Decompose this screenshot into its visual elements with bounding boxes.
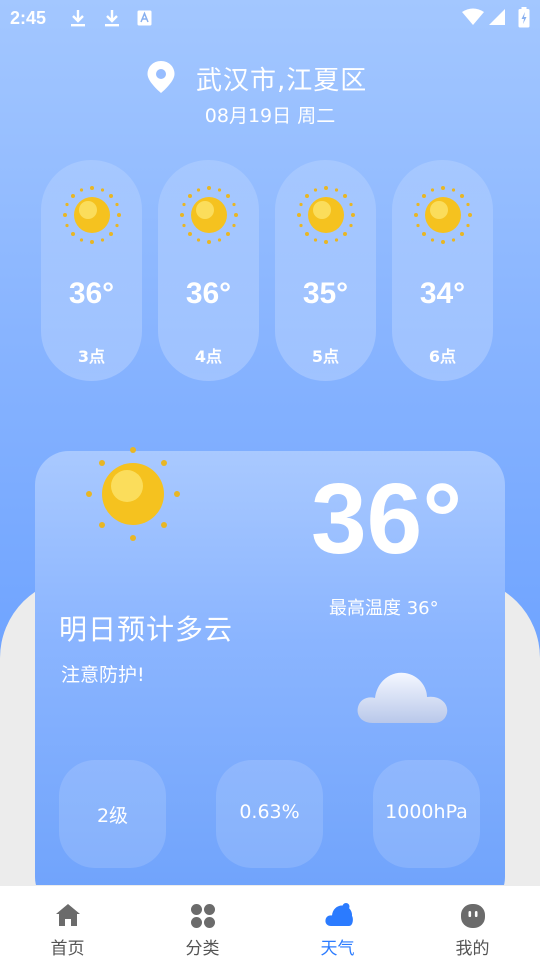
signal-icon <box>489 9 505 25</box>
hourly-card[interactable]: 36° 3点 <box>41 160 142 381</box>
city-name[interactable]: 武汉市,江夏区 <box>196 60 367 97</box>
forecast-text: 明日预计多云 <box>59 613 234 646</box>
bottom-nav: 首页 分类 天气 我的 <box>0 885 540 960</box>
hourly-time: 3点 <box>77 347 106 366</box>
stat-pressure: 1000hPa 气压 <box>373 760 480 903</box>
date-label: 08月19日 周二 <box>204 105 336 127</box>
hourly-temp: 34° <box>419 277 466 310</box>
nav-label: 分类 <box>185 939 220 959</box>
nav-label: 天气 <box>320 939 355 959</box>
cloud-icon <box>357 672 448 723</box>
sun-icon <box>63 186 121 244</box>
hourly-time: 5点 <box>311 347 340 366</box>
home-icon <box>56 904 80 926</box>
status-time: 2:45 <box>10 8 47 28</box>
status-bar: 2:45 <box>0 0 540 36</box>
nav-label: 我的 <box>455 939 490 959</box>
wifi-icon <box>462 8 484 25</box>
sun-icon <box>414 186 472 244</box>
max-temp: 最高温度 36° <box>329 598 439 619</box>
nav-home[interactable]: 首页 <box>0 886 135 960</box>
sun-icon <box>180 186 238 244</box>
current-weather-card: 36° 最高温度 36° 明日预计多云 注意防护! 2级 风速 0.63% 湿度… <box>35 447 505 911</box>
text-a-icon <box>137 10 152 26</box>
hourly-temp: 36° <box>185 277 232 310</box>
nav-label: 首页 <box>50 939 85 959</box>
profile-icon <box>461 904 485 928</box>
map-pin-icon <box>147 61 175 93</box>
battery-charging-icon <box>518 7 530 28</box>
nav-profile[interactable]: 我的 <box>405 886 540 960</box>
hourly-card[interactable]: 34° 6点 <box>392 160 493 381</box>
stat-humidity: 0.63% 湿度 <box>216 760 323 903</box>
hourly-card[interactable]: 36° 4点 <box>158 160 259 381</box>
hourly-temp: 36° <box>68 277 115 310</box>
download-icon <box>105 10 119 27</box>
cloud-icon <box>325 903 353 926</box>
hourly-time: 6点 <box>428 347 457 366</box>
hourly-card[interactable]: 35° 5点 <box>275 160 376 381</box>
grid-icon <box>191 904 215 928</box>
nav-category[interactable]: 分类 <box>135 886 270 960</box>
nav-weather[interactable]: 天气 <box>270 886 405 960</box>
current-temp: 36° <box>311 463 463 575</box>
notice-text: 注意防护! <box>61 664 145 686</box>
sun-icon <box>86 447 180 541</box>
stat-value: 1000hPa <box>385 801 468 823</box>
stat-value: 2级 <box>96 805 129 827</box>
hourly-temp: 35° <box>302 277 349 310</box>
stat-value: 0.63% <box>239 801 300 823</box>
download-icon <box>71 10 85 27</box>
stat-wind: 2级 风速 <box>59 760 166 903</box>
sun-icon <box>297 186 355 244</box>
hourly-time: 4点 <box>194 347 223 366</box>
